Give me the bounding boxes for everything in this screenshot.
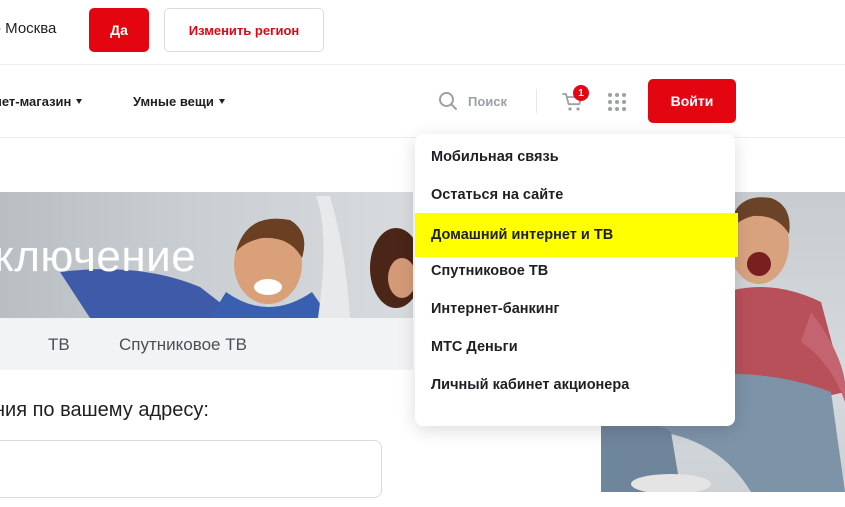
menu-item-internet-banking[interactable]: Интернет-банкинг <box>415 290 735 328</box>
chevron-down-icon <box>76 99 83 104</box>
nav-item-label: нет-магазин <box>0 94 72 109</box>
nav-item-label: Умные вещи <box>133 94 214 109</box>
cart-count-badge: 1 <box>573 85 589 101</box>
chevron-down-icon <box>218 99 225 104</box>
menu-item-mobile[interactable]: Мобильная связь <box>415 138 735 176</box>
tab-tv[interactable]: ТВ <box>48 335 70 355</box>
menu-item-home-internet-tv[interactable]: Домашний интернет и ТВ <box>415 213 738 257</box>
region-bar: - Москва Да Изменить регион <box>0 0 845 65</box>
address-input[interactable] <box>0 440 382 498</box>
apps-grid-icon[interactable] <box>607 92 627 112</box>
menu-item-mts-money[interactable]: МТС Деньги <box>415 328 735 366</box>
search-label: Поиск <box>468 93 508 109</box>
nav-divider <box>536 89 537 113</box>
address-label: ния по вашему адресу: <box>0 399 209 421</box>
menu-item-stay[interactable]: Остаться на сайте <box>415 176 735 214</box>
login-button[interactable]: Войти <box>648 79 736 123</box>
nav-item-smart-things[interactable]: Умные вещи <box>133 94 225 109</box>
search-icon <box>439 92 457 110</box>
confirm-region-button[interactable]: Да <box>89 8 149 52</box>
region-question: - Москва <box>0 20 57 37</box>
service-tabs: ТВ Спутниковое ТВ <box>0 318 413 370</box>
hero-banner: ключение <box>0 192 413 318</box>
hero-title: ключение <box>0 232 197 281</box>
menu-item-satellite-tv[interactable]: Спутниковое ТВ <box>415 252 735 290</box>
change-region-button[interactable]: Изменить регион <box>164 8 324 52</box>
nav-item-shop[interactable]: нет-магазин <box>0 94 83 109</box>
menu-item-shareholder-account[interactable]: Личный кабинет акционера <box>415 366 735 404</box>
tab-satellite-tv[interactable]: Спутниковое ТВ <box>119 335 247 355</box>
site-switcher-dropdown: Мобильная связь Остаться на сайте Домашн… <box>415 134 738 426</box>
search-button[interactable]: Поиск <box>438 91 507 111</box>
